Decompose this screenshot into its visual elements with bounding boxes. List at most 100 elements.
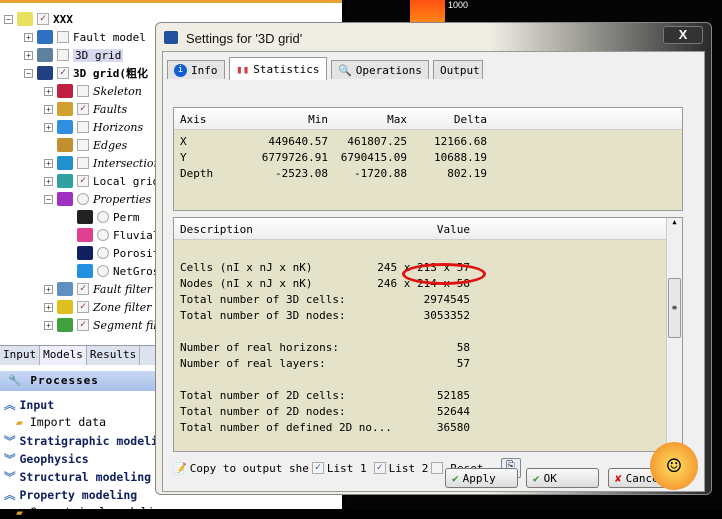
radio-button[interactable] (77, 193, 89, 205)
expand-icon[interactable]: + (44, 158, 53, 168)
list1-checkbox[interactable]: ✓ (311, 462, 324, 474)
tab-operations[interactable]: 🔍 Operations (331, 60, 429, 79)
item-icon (57, 138, 73, 152)
ok-button[interactable]: ✔ OK (526, 468, 599, 488)
tree-item[interactable]: + Skeleton (44, 82, 142, 100)
process-label: Input (19, 398, 55, 412)
expand-icon[interactable]: + (44, 320, 53, 330)
visibility-checkbox[interactable]: ✓ (77, 283, 89, 295)
close-button[interactable]: X (663, 26, 703, 44)
value-cell: 58 (456, 341, 470, 354)
visibility-checkbox[interactable]: ✓ (77, 319, 89, 331)
tree-item-label: 3D grid(粗化 (73, 67, 148, 80)
scroll-thumb[interactable]: ≡ (668, 278, 681, 338)
expand-icon[interactable]: + (44, 122, 53, 132)
radio-button[interactable] (97, 229, 109, 241)
apply-button[interactable]: ✔ Apply (445, 468, 518, 488)
visibility-checkbox[interactable]: ✓ (77, 175, 89, 187)
tree-item[interactable]: +3D grid (24, 46, 124, 64)
chevron-icon[interactable]: ︾ (4, 470, 16, 484)
item-icon (57, 120, 73, 134)
chevron-icon[interactable]: ︾ (4, 434, 16, 448)
process-item[interactable]: ︽ Property modeling (4, 487, 137, 503)
tab-statistics[interactable]: ▮▮ Statistics (229, 57, 327, 80)
process-item[interactable]: ▰ Import data (16, 415, 106, 429)
tree-item[interactable]: − ✓ XXX (4, 10, 73, 28)
visibility-checkbox[interactable]: ✓ (77, 301, 89, 313)
chevron-icon[interactable]: ︽ (4, 488, 16, 502)
visibility-checkbox[interactable] (77, 157, 89, 169)
tab-input[interactable]: Input (0, 346, 41, 365)
process-item[interactable]: ︾ Geophysics (4, 451, 89, 467)
process-label: Stratigraphic modeling (19, 434, 172, 448)
tree-item[interactable]: + ✓ Segment filter (44, 316, 173, 334)
folder-icon: ▰ (16, 415, 30, 429)
tree-item[interactable]: Fluvial (64, 226, 159, 244)
process-label: Geophysics (19, 452, 89, 466)
expand-icon[interactable]: + (24, 32, 33, 42)
list2-checkbox[interactable]: ✓ (373, 462, 386, 474)
expand-icon[interactable]: + (44, 176, 53, 186)
visibility-checkbox[interactable]: ✓ (57, 67, 69, 79)
visibility-checkbox[interactable] (57, 49, 69, 61)
tree-item[interactable]: + Fault model (24, 28, 146, 46)
tree-item-label: Edges (93, 138, 128, 152)
tree-item[interactable]: Edges (44, 136, 127, 154)
tree-item[interactable]: Perm (64, 208, 140, 226)
tree-item[interactable]: + Intersections (44, 154, 166, 172)
process-item[interactable]: ▰ Geometrical modeling (16, 505, 168, 519)
description-cell: Nodes (nI x nJ x nK) (180, 277, 313, 290)
tree-item[interactable]: − ✓ 3D grid(粗化 (24, 64, 148, 82)
tree-item[interactable]: + ✓ Zone filter (44, 298, 151, 316)
tree-item-label: XXX (53, 12, 73, 26)
visibility-checkbox[interactable]: ✓ (77, 103, 89, 115)
bottom-tabs: Input Models Results (0, 345, 160, 365)
expand-icon[interactable]: + (24, 50, 33, 60)
visibility-checkbox[interactable] (77, 139, 89, 151)
grid-icon (164, 31, 178, 44)
process-item[interactable]: ︽ Input (4, 397, 54, 413)
axis-cell: 449640.57 (268, 135, 328, 148)
item-icon (37, 48, 53, 62)
chevron-icon[interactable]: ︾ (4, 452, 16, 466)
radio-button[interactable] (97, 247, 109, 259)
process-item[interactable]: ︾ Stratigraphic modeling (4, 433, 172, 449)
item-icon (57, 156, 73, 170)
description-table-header: Description Value (174, 218, 666, 240)
visibility-checkbox[interactable] (57, 31, 69, 43)
expand-icon[interactable]: + (44, 284, 53, 294)
expand-icon[interactable]: + (44, 86, 53, 96)
reset-checkbox[interactable] (431, 462, 444, 474)
folder-icon: ▰ (16, 505, 30, 519)
radio-button[interactable] (97, 265, 109, 277)
tree-item-label: Horizons (93, 120, 144, 134)
tab-output[interactable]: Output (433, 60, 483, 79)
expand-icon[interactable]: + (44, 302, 53, 312)
description-cell: Number of real layers: (180, 357, 326, 370)
tree-item-label: Skeleton (93, 84, 142, 98)
collapse-icon[interactable]: − (44, 194, 53, 204)
visibility-checkbox[interactable] (77, 85, 89, 97)
tree-item[interactable]: + ✓ Local grid (44, 172, 159, 190)
tree-item[interactable]: + ✓ Fault filter (44, 280, 152, 298)
tree-item[interactable]: NetGross (64, 262, 166, 280)
tree-item[interactable]: + Horizons (44, 118, 143, 136)
chevron-icon[interactable]: ︽ (4, 398, 16, 412)
tree-item[interactable]: − Properties (44, 190, 151, 208)
visibility-checkbox[interactable] (77, 121, 89, 133)
scroll-up-icon[interactable]: ▲ (667, 218, 682, 226)
process-label: Geometrical modeling (29, 505, 169, 519)
tab-results[interactable]: Results (87, 346, 141, 365)
collapse-icon[interactable]: − (4, 14, 13, 24)
vertical-scrollbar[interactable]: ▲ ≡ ▼ (666, 218, 682, 451)
process-item[interactable]: ︾ Structural modeling (4, 469, 151, 485)
expand-icon[interactable]: + (44, 104, 53, 114)
collapse-icon[interactable]: − (24, 68, 33, 78)
tab-info[interactable]: i Info (167, 60, 225, 79)
item-icon (57, 84, 73, 98)
tab-models[interactable]: Models (40, 346, 87, 365)
visibility-checkbox[interactable]: ✓ (37, 13, 49, 25)
tree-item[interactable]: + ✓ Faults (44, 100, 127, 118)
radio-button[interactable] (97, 211, 109, 223)
tree-item[interactable]: Porosity (64, 244, 166, 262)
